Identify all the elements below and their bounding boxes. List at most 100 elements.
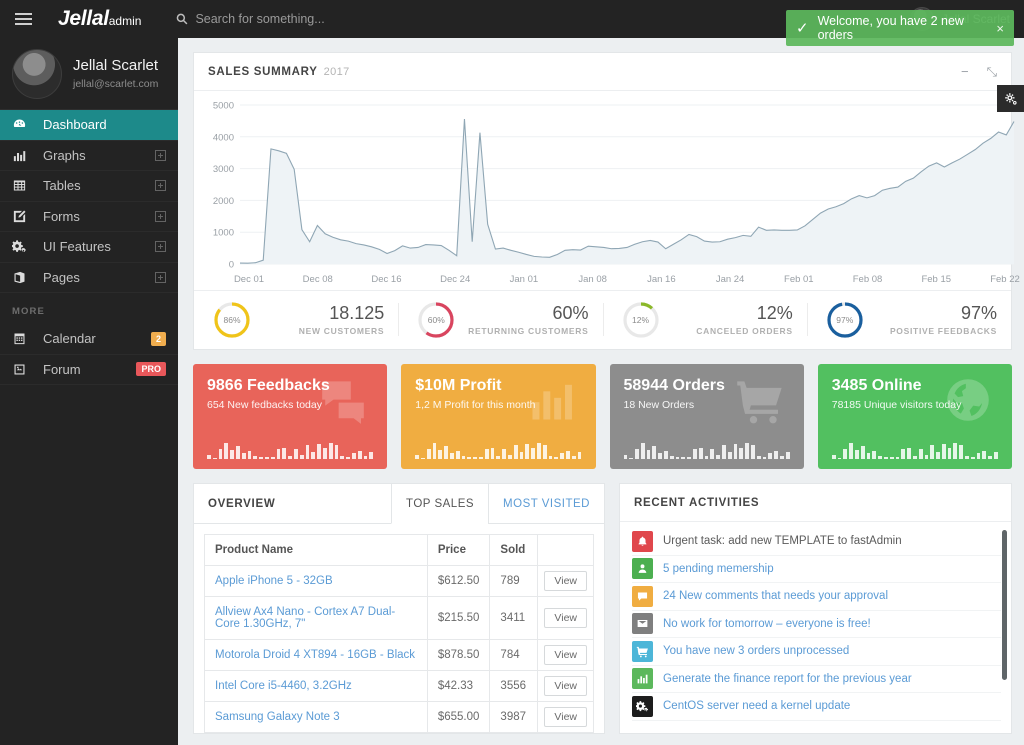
sparkline-bar bbox=[241, 453, 246, 459]
sold-cell: 784 bbox=[489, 639, 539, 671]
settings-gear-button[interactable] bbox=[997, 85, 1024, 112]
stat-tile[interactable]: $10M Profit 1,2 M Profit for this month bbox=[401, 364, 596, 469]
sparkline-bar bbox=[328, 442, 333, 459]
minimize-icon[interactable]: − bbox=[961, 64, 969, 79]
sparkline-bar bbox=[432, 443, 437, 459]
bar-chart-icon bbox=[532, 384, 572, 420]
sidebar-item-dashboard[interactable]: Dashboard bbox=[0, 110, 178, 141]
expand-icon[interactable]: ⤡ bbox=[987, 64, 997, 80]
brand-sub: admin bbox=[108, 14, 142, 28]
activity-text: No work for tomorrow – everyone is free! bbox=[663, 617, 871, 630]
stat-tile[interactable]: 3485 Online 78185 Unique visitors today bbox=[817, 364, 1012, 469]
bottom-panels: OVERVIEW TOP SALES MOST VISITED Product … bbox=[193, 483, 1012, 734]
product-name-cell[interactable]: Allview Ax4 Nano - Cortex A7 Dual-Core 1… bbox=[204, 596, 428, 640]
activity-row[interactable]: 24 New comments that needs your approval bbox=[632, 583, 1001, 611]
expand-plus-icon[interactable] bbox=[155, 241, 166, 253]
sparkline-bar bbox=[264, 457, 269, 459]
toast-message: Welcome, you have 2 new orders bbox=[817, 14, 964, 42]
svg-text:Feb 08: Feb 08 bbox=[853, 274, 883, 285]
svg-text:Jan 24: Jan 24 bbox=[716, 274, 745, 285]
view-button[interactable]: View bbox=[544, 707, 587, 727]
sparkline-bar bbox=[849, 443, 853, 459]
user-icon bbox=[638, 564, 647, 574]
sidebar-item-graphs[interactable]: Graphs bbox=[0, 141, 178, 171]
stat-tile[interactable]: 9866 Feedbacks 654 New fedbacks today bbox=[193, 364, 388, 469]
bar-chart-icon bbox=[637, 674, 648, 684]
column-header bbox=[537, 534, 594, 566]
sparkline-bar bbox=[317, 444, 321, 459]
search-box[interactable] bbox=[176, 12, 396, 26]
sparkline-bar bbox=[704, 456, 709, 459]
notification-toast[interactable]: ✓ Welcome, you have 2 new orders × bbox=[786, 10, 1014, 46]
sparkline-bar bbox=[224, 443, 229, 459]
pages-icon bbox=[14, 271, 25, 283]
sparkline-bar bbox=[363, 456, 368, 459]
expand-plus-icon[interactable] bbox=[155, 180, 166, 192]
activity-row[interactable]: Generate the finance report for the prev… bbox=[632, 666, 1001, 693]
view-button[interactable]: View bbox=[544, 645, 587, 665]
sparkline-bar bbox=[640, 443, 645, 459]
product-name-cell[interactable]: Intel Core i5-4460, 3.2GHz bbox=[204, 670, 428, 702]
table-row: Motorola Droid 4 XT894 - 16GB - Black $87… bbox=[204, 639, 594, 671]
view-button[interactable]: View bbox=[544, 571, 587, 591]
product-name-cell[interactable]: Motorola Droid 4 XT894 - 16GB - Black bbox=[204, 639, 428, 671]
menu-toggle-icon[interactable] bbox=[4, 0, 42, 38]
expand-plus-icon[interactable] bbox=[155, 149, 166, 161]
stat-tile[interactable]: 58944 Orders 18 New Orders bbox=[609, 364, 804, 469]
expand-plus-icon[interactable] bbox=[155, 271, 166, 283]
expand-plus-icon[interactable] bbox=[155, 210, 166, 222]
sparkline-bar bbox=[994, 451, 998, 459]
page-title: SALES SUMMARY bbox=[208, 65, 318, 78]
bar-chart-icon bbox=[632, 668, 653, 690]
sidebar-item-forms[interactable]: Forms bbox=[0, 202, 178, 232]
sparkline-bar bbox=[508, 454, 512, 459]
search-input[interactable] bbox=[195, 12, 396, 26]
sidebar-item-tables[interactable]: Tables bbox=[0, 171, 178, 202]
sparkline-bar bbox=[490, 447, 495, 459]
activity-row[interactable]: CentOS server need a kernel update bbox=[632, 693, 1001, 721]
sparkline-bar bbox=[883, 456, 888, 459]
price-cell: $42.33 bbox=[426, 670, 491, 702]
tab-most-visited[interactable]: MOST VISITED bbox=[488, 484, 604, 523]
sparkline-bar bbox=[693, 448, 697, 459]
product-name-cell[interactable]: Apple iPhone 5 - 32GB bbox=[204, 565, 428, 597]
activity-row[interactable]: You have new 3 orders unprocessed bbox=[632, 638, 1001, 666]
sparkline bbox=[623, 429, 790, 459]
brand-main: Jellal bbox=[58, 7, 109, 30]
sidebar-profile[interactable]: Jellal Scarlet jellal@scarlet.com bbox=[0, 38, 178, 110]
sparkline-bar bbox=[947, 448, 952, 459]
view-button[interactable]: View bbox=[544, 676, 587, 696]
sparkline-bar bbox=[334, 444, 339, 459]
sales-summary-card: SALES SUMMARY 2017 − ⤡ 0 1000 2000 3000 4000… bbox=[193, 52, 1020, 350]
products-table: Product Name Price Sold Apple iPhone 5 - 3… bbox=[204, 534, 594, 733]
calendar-icon bbox=[14, 333, 25, 345]
sidebar-item-label: Graphs bbox=[43, 147, 86, 163]
activity-row[interactable]: Urgent task: add new TEMPLATE to fastAdm… bbox=[632, 528, 1001, 556]
scrollbar[interactable] bbox=[1002, 530, 1007, 680]
sidebar-item-ui-features[interactable]: UI Features bbox=[0, 232, 178, 263]
product-name-cell[interactable]: Samsung Galaxy Note 3 bbox=[204, 701, 428, 733]
table-row: Allview Ax4 Nano - Cortex A7 Dual-Core 1… bbox=[204, 596, 594, 640]
sidebar-item-calendar[interactable]: Calendar 2 bbox=[0, 324, 178, 355]
sparkline-bar bbox=[496, 456, 501, 459]
activity-row[interactable]: No work for tomorrow – everyone is free! bbox=[632, 611, 1001, 638]
gears-icon bbox=[12, 239, 34, 254]
svg-text:Feb 22: Feb 22 bbox=[990, 274, 1020, 285]
sparkline-bar bbox=[270, 457, 275, 459]
overview-title: OVERVIEW bbox=[208, 497, 276, 510]
sparkline-bar bbox=[565, 451, 570, 459]
svg-text:Jan 16: Jan 16 bbox=[647, 274, 676, 285]
activity-row[interactable]: 5 pending memership bbox=[632, 556, 1001, 583]
tab-top-sales[interactable]: TOP SALES bbox=[391, 484, 489, 524]
sparkline bbox=[415, 429, 582, 459]
sparkline-bar bbox=[930, 445, 935, 459]
sparkline-bar bbox=[479, 457, 483, 459]
sparkline-bar bbox=[959, 444, 964, 459]
kpi-value: 97% bbox=[960, 302, 997, 323]
sidebar-item-pages[interactable]: Pages bbox=[0, 263, 178, 293]
view-button[interactable]: View bbox=[544, 608, 587, 628]
close-icon[interactable]: × bbox=[996, 21, 1004, 36]
kpi-canceled-orders: 12% 12% CANCELED ORDERS bbox=[602, 291, 807, 348]
column-header: Sold bbox=[489, 534, 539, 566]
sidebar-item-forum[interactable]: Forum PRO bbox=[0, 355, 178, 385]
